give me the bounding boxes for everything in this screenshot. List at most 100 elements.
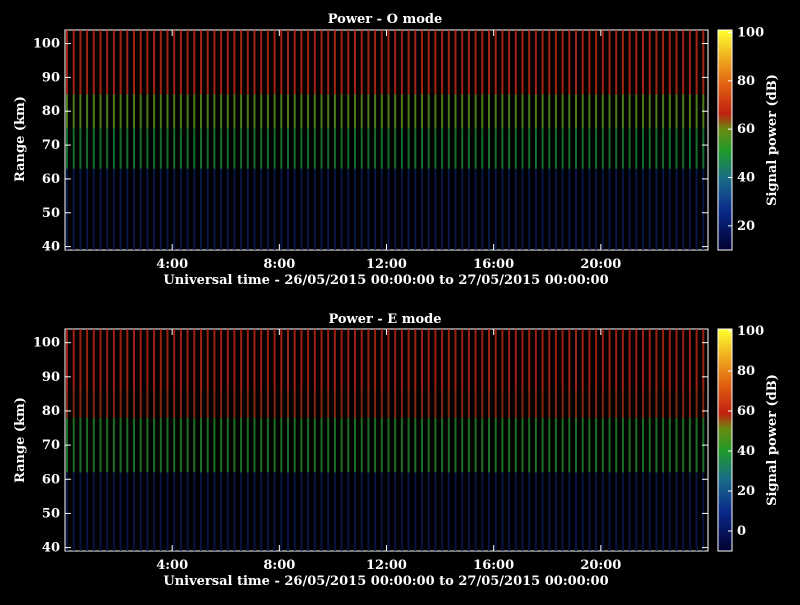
heatmap-stripe [280, 390, 283, 418]
heatmap-stripe [595, 329, 598, 391]
heatmap-stripe [608, 390, 611, 418]
heatmap-stripe [347, 390, 350, 418]
heatmap-stripe [528, 30, 531, 95]
heatmap-stripe [206, 168, 209, 250]
heatmap-stripe [688, 329, 691, 391]
heatmap-stripe [380, 30, 383, 95]
heatmap-stripe [488, 417, 490, 473]
heatmap-stripe [688, 472, 691, 551]
heatmap-stripe [86, 390, 89, 418]
heatmap-stripe [548, 329, 551, 391]
heatmap-stripe [595, 168, 598, 250]
heatmap-stripe [414, 329, 417, 391]
heatmap-stripe [360, 168, 363, 250]
colorbar-tick-label: 40 [737, 170, 755, 185]
heatmap-stripe [106, 390, 109, 418]
heatmap-stripe [621, 94, 624, 129]
y-tick-label: 100 [33, 37, 60, 52]
heatmap-stripe [159, 472, 162, 551]
y-tick-label: 50 [42, 206, 60, 221]
heatmap-stripe [307, 417, 310, 473]
heatmap-stripe [595, 390, 598, 418]
heatmap-stripe [92, 128, 95, 169]
heatmap-stripe [427, 472, 430, 551]
heatmap-stripe [280, 30, 283, 95]
heatmap-stripe [421, 390, 423, 418]
heatmap-stripe [206, 128, 209, 169]
x-tick-label: 4:00 [156, 558, 188, 573]
heatmap-stripe [655, 390, 658, 418]
heatmap-stripe [66, 390, 68, 418]
colorbar-tick-label: 60 [737, 404, 755, 419]
heatmap-stripe [253, 417, 256, 473]
heatmap-stripe [534, 417, 537, 473]
heatmap-stripe [474, 390, 477, 418]
heatmap-stripe [327, 128, 330, 169]
heatmap-stripe [601, 168, 604, 250]
heatmap-stripe [394, 329, 397, 391]
heatmap-stripe [354, 168, 356, 250]
heatmap-stripe [233, 417, 236, 473]
heatmap-stripe [508, 472, 511, 551]
heatmap-stripe [528, 168, 531, 250]
heatmap-stripe [126, 168, 129, 250]
heatmap-stripe [327, 30, 330, 95]
y-tick-label: 70 [42, 438, 60, 453]
heatmap-stripe [441, 128, 444, 169]
heatmap-stripe [514, 329, 517, 391]
heatmap-stripe [561, 128, 564, 169]
heatmap-stripe [99, 417, 102, 473]
heatmap-stripe [280, 94, 283, 129]
heatmap-stripe [273, 30, 276, 95]
x-tick-label: 8:00 [263, 558, 295, 573]
heatmap-stripe [501, 30, 504, 95]
heatmap-stripe [206, 329, 209, 391]
heatmap-stripe [354, 390, 356, 418]
heatmap-stripe [367, 128, 370, 169]
heatmap-stripe [213, 390, 216, 418]
heatmap-stripe [434, 329, 437, 391]
heatmap-stripe [173, 390, 176, 418]
heatmap-stripe [561, 168, 564, 250]
heatmap-stripe [333, 30, 336, 95]
heatmap-stripe [340, 390, 343, 418]
heatmap-stripe [354, 417, 356, 473]
heatmap-stripe [139, 94, 142, 129]
heatmap-stripe [608, 329, 611, 391]
heatmap-stripe [561, 472, 564, 551]
heatmap-stripe [287, 168, 289, 250]
heatmap-stripe [608, 168, 611, 250]
heatmap-stripe [99, 128, 102, 169]
heatmap-stripe [153, 30, 156, 95]
heatmap-stripe [581, 329, 584, 391]
heatmap-stripe [367, 94, 370, 129]
heatmap-stripe [662, 30, 665, 95]
heatmap-stripe [501, 329, 504, 391]
y-axis-label-o-mode: Range (km) [13, 96, 28, 182]
heatmap-stripe [72, 417, 75, 473]
heatmap-stripe [72, 30, 75, 95]
heatmap-stripe [508, 329, 511, 391]
heatmap-stripe [541, 329, 544, 391]
heatmap-stripe [233, 168, 236, 250]
heatmap-stripe [300, 329, 303, 391]
heatmap-stripe [79, 390, 82, 418]
y-tick-label: 60 [42, 472, 60, 487]
heatmap-stripe [414, 390, 417, 418]
heatmap-stripe [601, 329, 604, 391]
heatmap-stripe [280, 168, 283, 250]
heatmap-stripe [374, 30, 377, 95]
heatmap-stripe [635, 472, 638, 551]
heatmap-stripe [193, 472, 196, 551]
heatmap-stripe [92, 390, 95, 418]
heatmap-stripe [447, 390, 450, 418]
heatmap-stripe [635, 168, 638, 250]
heatmap-stripe [581, 30, 584, 95]
heatmap-stripe [159, 417, 162, 473]
heatmap-stripe [441, 30, 444, 95]
heatmap-stripe [394, 30, 397, 95]
heatmap-stripe [541, 417, 544, 473]
heatmap-stripe [293, 472, 296, 551]
heatmap-stripe [340, 168, 343, 250]
heatmap-stripe [193, 417, 196, 473]
